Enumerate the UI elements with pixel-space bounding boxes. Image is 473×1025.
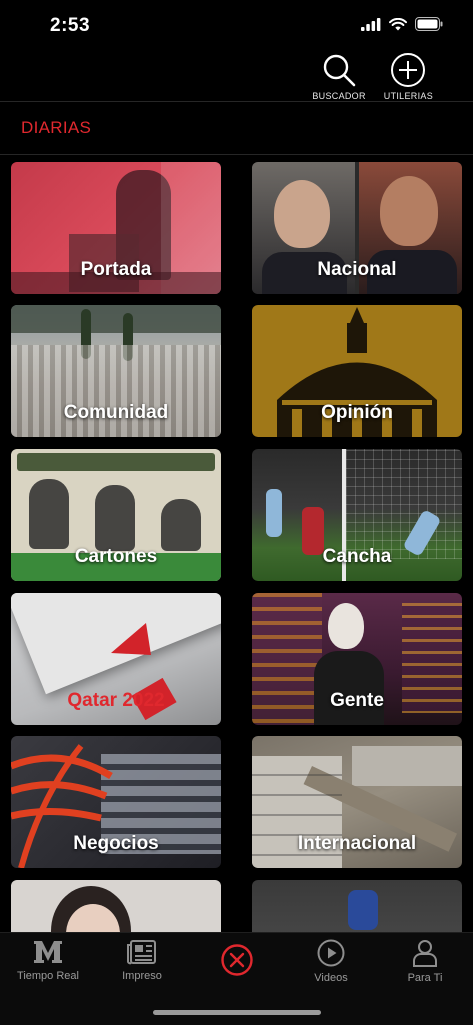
section-title: DIARIAS xyxy=(21,118,92,137)
tile-image xyxy=(11,880,221,932)
tile-nacional[interactable]: Nacional xyxy=(252,162,462,294)
tile-label: Negocios xyxy=(73,833,159,854)
user-icon xyxy=(413,940,437,967)
tile-partial-right[interactable] xyxy=(252,880,462,932)
search-button[interactable]: BUSCADOR xyxy=(312,52,365,101)
divider xyxy=(0,101,473,102)
search-label: BUSCADOR xyxy=(312,91,366,101)
newspaper-icon xyxy=(127,940,156,965)
tab-label: Tiempo Real xyxy=(17,970,79,982)
tile-label: Comunidad xyxy=(63,402,169,423)
tile-label: Opinión xyxy=(321,402,393,423)
tile-label: Nacional xyxy=(317,259,397,280)
tile-qatar-2022[interactable]: Qatar 2022 xyxy=(11,593,221,725)
tile-partial-left[interactable] xyxy=(11,880,221,932)
sections-grid: Portada Nacional Comunidad Opinión Carto… xyxy=(11,162,462,932)
tools-button[interactable]: UTILERIAS xyxy=(384,52,433,101)
tools-label: UTILERIAS xyxy=(383,91,433,101)
divider xyxy=(0,154,473,155)
status-time: 2:53 xyxy=(50,15,91,36)
tile-opinion[interactable]: Opinión xyxy=(252,305,462,437)
tab-para-ti[interactable]: Para Ti xyxy=(378,939,472,984)
tile-label: Cartones xyxy=(74,546,158,567)
signal-icon xyxy=(361,17,381,31)
tile-internacional[interactable]: Internacional xyxy=(252,736,462,868)
tile-image xyxy=(252,880,462,932)
tile-portada[interactable]: Portada xyxy=(11,162,221,294)
search-icon xyxy=(323,54,356,87)
tab-close[interactable] xyxy=(190,943,284,982)
tile-cartones[interactable]: Cartones xyxy=(11,449,221,581)
tile-label: Cancha xyxy=(322,546,392,567)
header-actions: BUSCADOR UTILERIAS xyxy=(312,52,433,101)
plus-circle-icon xyxy=(391,53,426,87)
battery-icon xyxy=(415,17,443,31)
home-indicator xyxy=(153,1010,321,1015)
play-circle-icon xyxy=(317,939,345,967)
tile-label: Gente xyxy=(330,690,384,711)
tab-label: Impreso xyxy=(122,970,162,982)
tile-label: Internacional xyxy=(297,833,417,854)
tile-label: Portada xyxy=(80,259,152,280)
tile-negocios[interactable]: Negocios xyxy=(11,736,221,868)
status-bar: 2:53 xyxy=(0,0,473,52)
m-logo-icon xyxy=(34,941,62,963)
tab-impreso[interactable]: Impreso xyxy=(95,939,189,982)
wifi-icon xyxy=(389,17,407,30)
tab-label: Videos xyxy=(314,972,348,984)
tile-gente[interactable]: Gente xyxy=(252,593,462,725)
tab-videos[interactable]: Videos xyxy=(284,939,378,984)
close-circle-icon xyxy=(221,944,253,976)
tile-label: Qatar 2022 xyxy=(67,690,165,711)
tab-tiempo-real[interactable]: Tiempo Real xyxy=(1,939,95,982)
tile-cancha[interactable]: Cancha xyxy=(252,449,462,581)
tab-label: Para Ti xyxy=(407,972,443,984)
tile-comunidad[interactable]: Comunidad xyxy=(11,305,221,437)
